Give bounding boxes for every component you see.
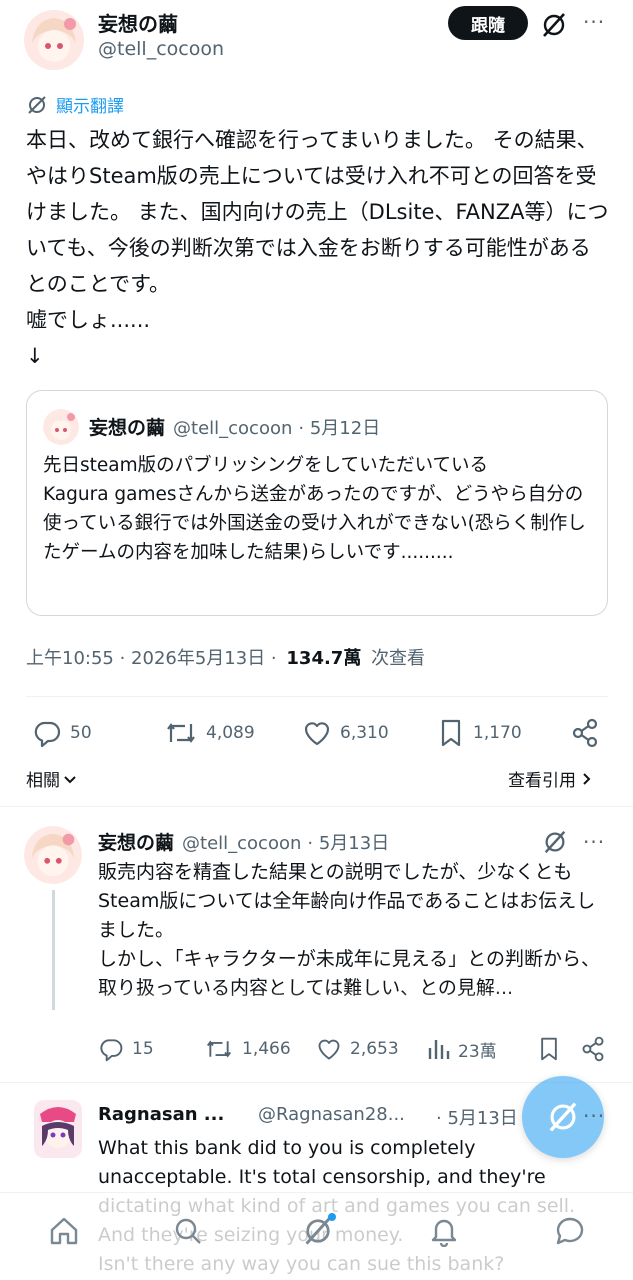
bookmark-icon bbox=[441, 719, 461, 747]
reply1-reply-count: 15 bbox=[132, 1039, 154, 1059]
reply2-avatar[interactable] bbox=[34, 1100, 82, 1158]
reply1-like-button[interactable]: 2,653 bbox=[316, 1036, 399, 1062]
quote-avatar bbox=[43, 409, 79, 445]
tweet-timestamp[interactable]: 上午10:55 · 2026年5月13日 · bbox=[26, 648, 277, 669]
reply1-date[interactable]: · 5月13日 bbox=[307, 829, 389, 855]
tweet-text: 本日、改めて銀行へ確認を行ってまいりました。 その結果、やはりSteam版の売上… bbox=[26, 128, 609, 368]
reply2-date[interactable]: · 5月13日 bbox=[436, 1104, 518, 1130]
reply1-like-count: 2,653 bbox=[350, 1039, 399, 1059]
follow-button[interactable]: 跟隨 bbox=[448, 6, 528, 40]
view-quotes-label: 查看引用 bbox=[508, 771, 576, 791]
reply-icon bbox=[34, 721, 61, 748]
share-icon[interactable] bbox=[568, 716, 602, 750]
translate-icon bbox=[26, 94, 48, 116]
reply1-views-button[interactable]: 23萬 bbox=[426, 1036, 497, 1062]
analytics-icon bbox=[428, 1040, 450, 1059]
reply1-retweet-count: 1,466 bbox=[242, 1039, 291, 1059]
reply1-reply-button[interactable]: 15 bbox=[98, 1036, 154, 1062]
retweet-button[interactable]: 4,089 bbox=[164, 718, 255, 748]
share-icon[interactable] bbox=[578, 1034, 608, 1064]
reply-icon bbox=[100, 1039, 123, 1062]
heart-icon bbox=[304, 722, 330, 746]
more-options-icon[interactable]: ··· bbox=[583, 12, 605, 32]
bookmark-count: 1,170 bbox=[473, 723, 522, 743]
thread-line bbox=[52, 890, 55, 1010]
views-count: 134.7萬 bbox=[286, 648, 362, 669]
more-options-icon[interactable]: ··· bbox=[583, 1106, 605, 1126]
quote-author-handle: @tell_cocoon bbox=[173, 418, 293, 439]
search-icon[interactable] bbox=[168, 1211, 208, 1251]
related-toggle[interactable]: 相關 bbox=[26, 766, 78, 791]
quoted-tweet[interactable]: 妄想の繭 @tell_cocoon · 5月12日 先日steam版のパブリッシ… bbox=[26, 390, 608, 616]
like-button[interactable]: 6,310 bbox=[302, 718, 389, 748]
retweet-count: 4,089 bbox=[206, 723, 255, 743]
related-label: 相關 bbox=[26, 771, 60, 791]
like-count: 6,310 bbox=[340, 723, 389, 743]
reply-button[interactable]: 50 bbox=[32, 718, 92, 748]
bookmark-button[interactable]: 1,170 bbox=[437, 718, 522, 748]
chevron-right-icon bbox=[583, 772, 591, 785]
chevron-down-icon bbox=[64, 775, 76, 783]
author-handle[interactable]: @tell_cocoon bbox=[98, 38, 224, 60]
divider bbox=[26, 696, 608, 697]
reply2-author-handle[interactable]: @Ragnasan28... bbox=[258, 1104, 405, 1125]
notification-dot bbox=[328, 1213, 336, 1221]
grok-icon[interactable] bbox=[298, 1211, 338, 1251]
bookmark-icon[interactable] bbox=[534, 1034, 564, 1064]
grok-icon[interactable] bbox=[540, 828, 570, 856]
quote-text: 先日steam版のパブリッシングをしていただいている Kagura gamesさ… bbox=[43, 455, 586, 563]
reply1-avatar[interactable] bbox=[24, 826, 82, 884]
translate-link[interactable]: 顯示翻譯 bbox=[26, 92, 124, 117]
reply2-author-name[interactable]: Ragnasan ... bbox=[98, 1104, 224, 1125]
retweet-icon bbox=[206, 1040, 232, 1058]
quote-author-name: 妄想の繭 bbox=[89, 417, 166, 439]
bottom-navigation bbox=[0, 1192, 633, 1280]
reply1-author-name[interactable]: 妄想の繭 bbox=[98, 828, 174, 855]
author-avatar[interactable] bbox=[24, 10, 84, 70]
text-fade bbox=[98, 990, 608, 1016]
heart-icon bbox=[318, 1039, 340, 1060]
grok-icon[interactable] bbox=[538, 10, 570, 40]
author-name[interactable]: 妄想の繭 bbox=[98, 8, 178, 37]
tweet-meta: 上午10:55 · 2026年5月13日 · 134.7萬 次查看 bbox=[26, 644, 425, 670]
views-label: 次查看 bbox=[371, 648, 426, 669]
home-icon[interactable] bbox=[44, 1211, 84, 1251]
quote-date: · 5月12日 bbox=[298, 418, 381, 439]
view-quotes-link[interactable]: 查看引用 bbox=[508, 766, 594, 791]
reply1-retweet-button[interactable]: 1,466 bbox=[204, 1036, 291, 1062]
retweet-icon bbox=[167, 723, 195, 743]
reply1-author-handle[interactable]: @tell_cocoon bbox=[182, 833, 301, 854]
more-options-icon[interactable]: ··· bbox=[583, 832, 605, 852]
grok-icon bbox=[549, 1102, 577, 1132]
notifications-icon[interactable] bbox=[424, 1211, 464, 1251]
messages-icon[interactable] bbox=[550, 1211, 590, 1251]
reply-count: 50 bbox=[70, 723, 92, 743]
section-divider bbox=[0, 806, 633, 807]
translate-label: 顯示翻譯 bbox=[56, 97, 124, 117]
reply1-views-count: 23萬 bbox=[458, 1041, 497, 1062]
